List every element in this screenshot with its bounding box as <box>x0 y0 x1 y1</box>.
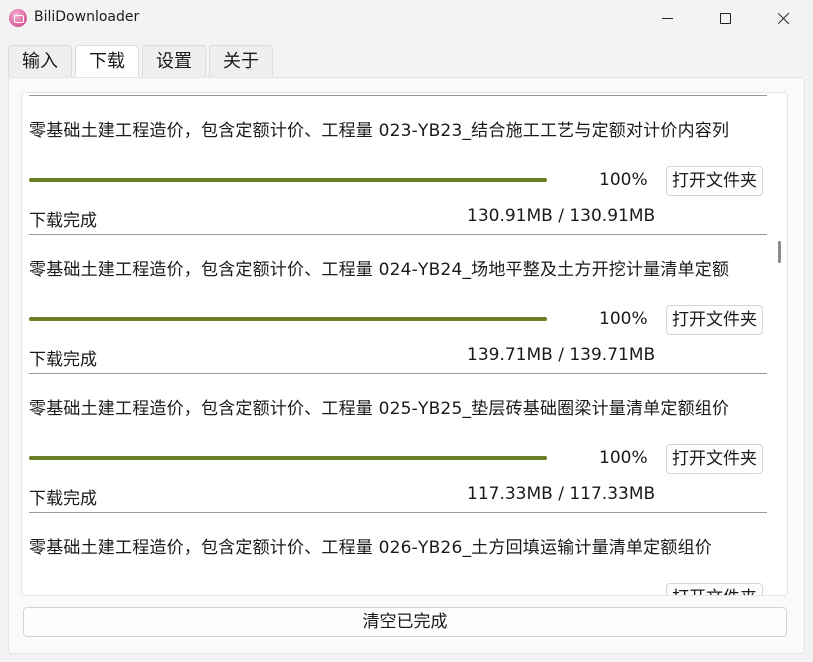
close-icon <box>777 12 790 25</box>
tab-about[interactable]: 关于 <box>209 45 273 77</box>
list-item: 零基础土建工程造价，包含定额计价、工程量 026-YB26_土方回填运输计量清单… <box>29 506 774 595</box>
progress-percent: 100% <box>599 170 648 190</box>
progress-bar <box>29 317 547 321</box>
scrollbar-thumb[interactable] <box>778 241 781 263</box>
list-item: 零基础土建工程造价，包含定额计价、工程量 023-YB23_结合施工工艺与定额对… <box>29 93 774 235</box>
tab-settings[interactable]: 设置 <box>142 45 206 77</box>
open-folder-button[interactable]: 打开文件夹 <box>666 583 763 595</box>
minimize-button[interactable] <box>638 0 696 36</box>
progress-percent: 100% <box>599 448 648 468</box>
download-title: 零基础土建工程造价，包含定额计价、工程量 025-YB25_垫层砖基础圈梁计量清… <box>29 399 730 419</box>
minimize-icon <box>661 17 673 19</box>
tab-download[interactable]: 下载 <box>75 45 139 78</box>
list-item: 零基础土建工程造价，包含定额计价、工程量 024-YB24_场地平整及土方开挖计… <box>29 228 774 374</box>
tab-input[interactable]: 输入 <box>8 45 72 77</box>
app-window: BiliDownloader 输入 下载 设置 关于 零基础土建工程造价，包含定… <box>0 0 813 662</box>
download-size: 130.91MB / 130.91MB <box>467 206 656 226</box>
maximize-icon <box>719 12 731 24</box>
progress-fill <box>29 317 547 321</box>
open-folder-button[interactable]: 打开文件夹 <box>666 444 763 474</box>
download-title: 零基础土建工程造价，包含定额计价、工程量 023-YB23_结合施工工艺与定额对… <box>29 121 730 141</box>
progress-bar <box>29 456 547 460</box>
list-item: 零基础土建工程造价，包含定额计价、工程量 025-YB25_垫层砖基础圈梁计量清… <box>29 367 774 513</box>
progress-percent: 100% <box>599 309 648 329</box>
download-list[interactable]: 零基础土建工程造价，包含定额计价、工程量 023-YB23_结合施工工艺与定额对… <box>21 92 788 596</box>
progress-bar <box>29 178 547 182</box>
open-folder-button[interactable]: 打开文件夹 <box>666 305 763 335</box>
tab-bar: 输入 下载 设置 关于 <box>8 45 276 78</box>
download-size: 117.33MB / 117.33MB <box>467 484 656 504</box>
app-logo-icon <box>9 9 27 27</box>
maximize-button[interactable] <box>696 0 754 36</box>
download-title: 零基础土建工程造价，包含定额计价、工程量 026-YB26_土方回填运输计量清单… <box>29 538 712 558</box>
window-title: BiliDownloader <box>34 9 140 25</box>
download-list-content: 零基础土建工程造价，包含定额计价、工程量 023-YB23_结合施工工艺与定额对… <box>22 93 787 595</box>
open-folder-button[interactable]: 打开文件夹 <box>666 166 763 196</box>
download-title: 零基础土建工程造价，包含定额计价、工程量 024-YB24_场地平整及土方开挖计… <box>29 260 730 280</box>
progress-fill <box>29 178 547 182</box>
title-bar[interactable]: BiliDownloader <box>0 0 813 36</box>
close-button[interactable] <box>754 0 812 36</box>
download-size: 139.71MB / 139.71MB <box>467 345 656 365</box>
progress-fill <box>29 456 547 460</box>
clear-completed-button[interactable]: 清空已完成 <box>23 607 787 637</box>
